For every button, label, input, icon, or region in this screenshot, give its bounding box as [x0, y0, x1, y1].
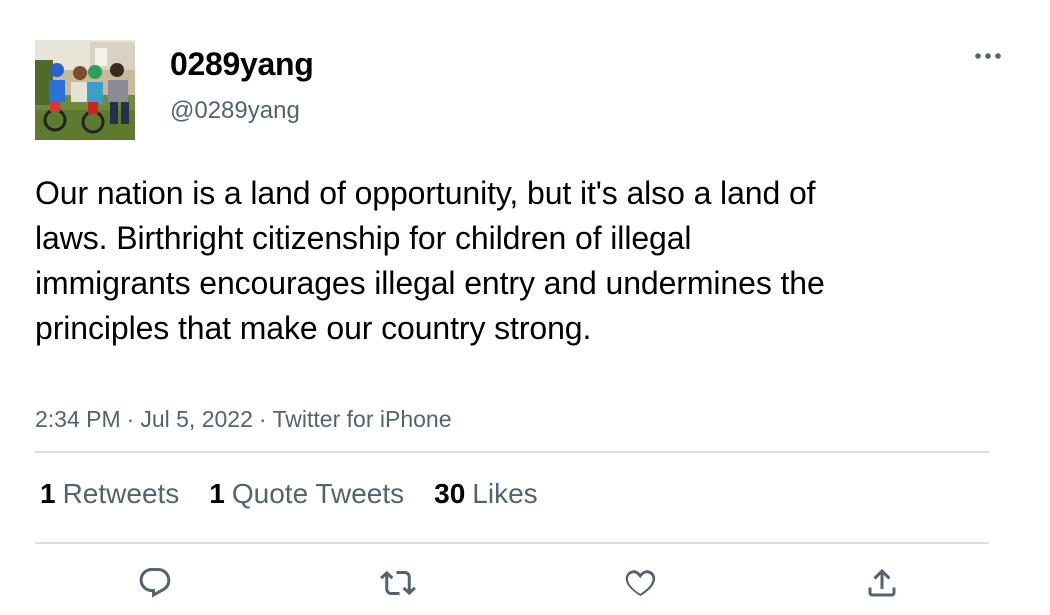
avatar[interactable]: [35, 40, 135, 140]
likes-count: 30: [434, 478, 466, 509]
retweets-label: Retweets: [62, 478, 180, 509]
more-horizontal-icon: [975, 53, 1001, 59]
heart-icon: [625, 570, 656, 597]
divider: [35, 542, 989, 544]
retweets-stat[interactable]: 1 Retweets: [40, 477, 179, 511]
author-handle[interactable]: @0289yang: [170, 96, 300, 126]
tweet-actions: [0, 563, 1050, 607]
likes-stat[interactable]: 30 Likes: [434, 477, 538, 511]
author-display-name[interactable]: 0289yang: [170, 44, 314, 84]
share-button[interactable]: [862, 563, 902, 603]
tweet-source[interactable]: Twitter for iPhone: [273, 406, 452, 432]
quote-tweets-count: 1: [209, 478, 225, 509]
meta-separator: ·: [126, 406, 135, 432]
quote-tweets-label: Quote Tweets: [231, 478, 405, 509]
tweet-time[interactable]: 2:34 PM: [35, 406, 121, 432]
tweet-stats: 1 Retweets 1 Quote Tweets 30 Likes: [40, 477, 568, 511]
tweet-date[interactable]: Jul 5, 2022: [140, 406, 253, 432]
meta-separator: ·: [258, 406, 267, 432]
reply-button[interactable]: [135, 563, 175, 603]
retweets-count: 1: [40, 478, 56, 509]
tweet-text: Our nation is a land of opportunity, but…: [35, 175, 825, 346]
likes-label: Likes: [472, 478, 538, 509]
share-icon: [868, 568, 896, 597]
like-button[interactable]: [620, 563, 660, 603]
reply-icon: [139, 568, 171, 598]
avatar-image: [35, 40, 135, 140]
divider: [35, 451, 989, 453]
more-options-button[interactable]: [970, 44, 1006, 68]
tweet-meta: 2:34 PM · Jul 5, 2022 · Twitter for iPhone: [35, 405, 452, 433]
retweet-button[interactable]: [378, 563, 418, 603]
quote-tweets-stat[interactable]: 1 Quote Tweets: [209, 477, 404, 511]
retweet-icon: [380, 570, 416, 596]
